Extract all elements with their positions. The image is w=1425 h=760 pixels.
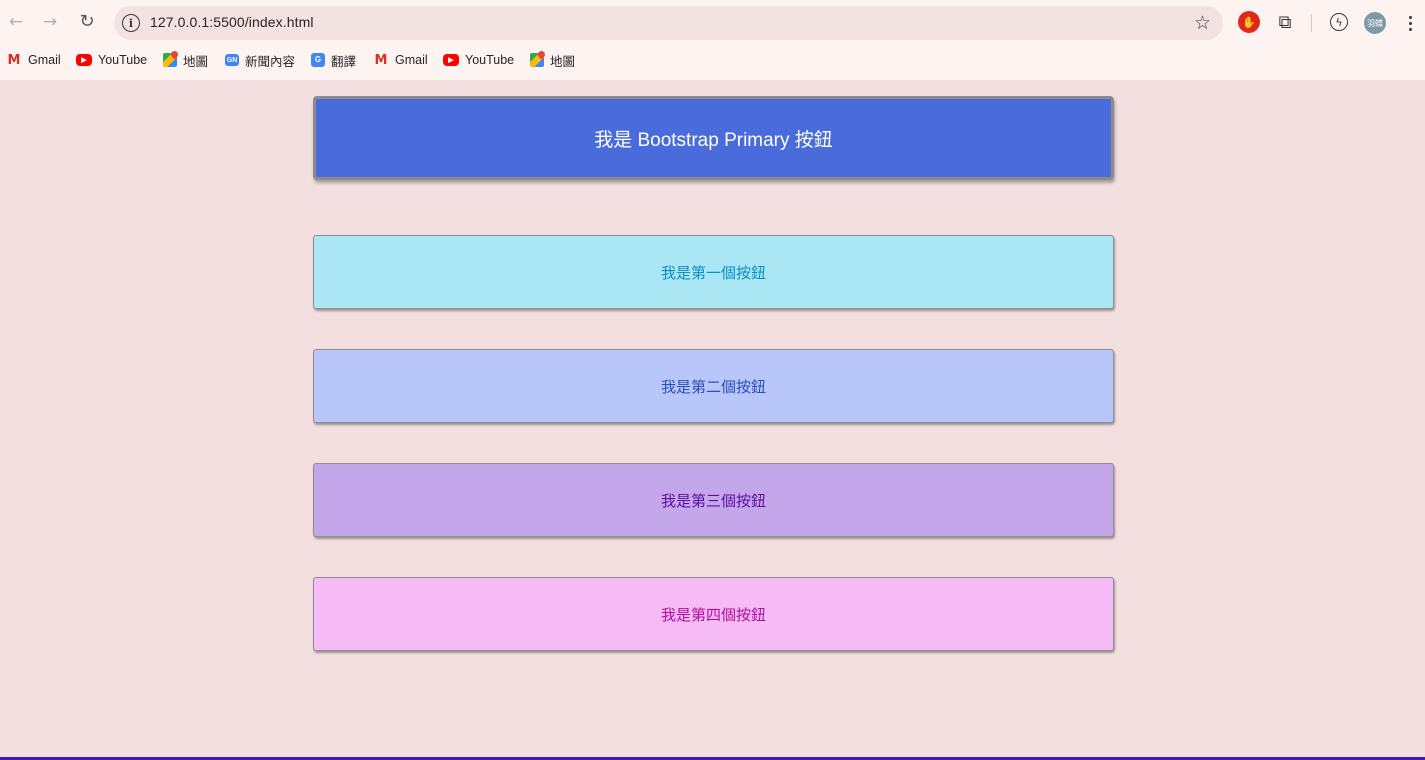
back-button[interactable]: ← <box>4 10 28 34</box>
performance-bolt-icon[interactable]: ϟ <box>1330 13 1348 31</box>
third-button[interactable]: 我是第三個按鈕 <box>313 463 1114 537</box>
bookmark-star-icon[interactable]: ☆ <box>1194 12 1211 34</box>
bookmark-label: Gmail <box>28 53 61 67</box>
reload-button[interactable]: ↻ <box>75 10 99 34</box>
gmail-icon: M <box>374 52 388 68</box>
youtube-icon: ▶ <box>76 54 92 66</box>
fourth-button[interactable]: 我是第四個按鈕 <box>313 577 1114 651</box>
bookmarks-bar: M Gmail ▶ YouTube 地圖 GN 新聞內容 G 翻譯 M Gmai… <box>0 48 1425 72</box>
profile-avatar[interactable]: 羽蝶 <box>1364 12 1386 34</box>
adblock-extension-icon[interactable]: ✋ <box>1238 11 1260 33</box>
url-text[interactable]: 127.0.0.1:5500/index.html <box>150 14 314 30</box>
gmail-icon: M <box>7 52 21 68</box>
browser-chrome: ← → ↻ i 127.0.0.1:5500/index.html ☆ ✋ ⧉ … <box>0 0 1425 80</box>
bookmark-maps[interactable]: 地圖 <box>530 48 575 72</box>
bookmark-label: 地圖 <box>183 54 209 69</box>
extensions-puzzle-icon[interactable]: ⧉ <box>1274 11 1296 33</box>
browser-toolbar: ← → ↻ i 127.0.0.1:5500/index.html ☆ ✋ ⧉ … <box>0 0 1425 45</box>
second-button[interactable]: 我是第二個按鈕 <box>313 349 1114 423</box>
toolbar-divider <box>1311 14 1312 32</box>
maps-icon <box>163 53 177 67</box>
bookmark-label: 翻譯 <box>331 54 357 69</box>
forward-button[interactable]: → <box>38 10 62 34</box>
bookmark-label: Gmail <box>395 53 428 67</box>
maps-icon <box>530 53 544 67</box>
address-bar[interactable]: i 127.0.0.1:5500/index.html ☆ <box>114 6 1223 40</box>
bookmark-label: YouTube <box>465 53 515 67</box>
bookmark-youtube[interactable]: ▶ YouTube <box>76 48 147 72</box>
page-content: 我是 Bootstrap Primary 按鈕 我是第一個按鈕 我是第二個按鈕 … <box>0 80 1425 760</box>
bookmark-label: 新聞內容 <box>245 54 296 69</box>
bookmark-translate[interactable]: G 翻譯 <box>311 48 356 72</box>
bookmark-maps[interactable]: 地圖 <box>163 48 208 72</box>
bookmark-gmail[interactable]: M Gmail <box>373 48 428 72</box>
translate-icon: G <box>311 53 325 67</box>
bookmark-news[interactable]: GN 新聞內容 <box>225 48 295 72</box>
first-button[interactable]: 我是第一個按鈕 <box>313 235 1114 309</box>
bookmark-youtube[interactable]: ▶ YouTube <box>443 48 514 72</box>
bookmark-gmail[interactable]: M Gmail <box>6 48 61 72</box>
news-icon: GN <box>225 54 239 66</box>
site-info-icon[interactable]: i <box>122 14 140 32</box>
bookmark-label: 地圖 <box>550 54 576 69</box>
bootstrap-primary-button[interactable]: 我是 Bootstrap Primary 按鈕 <box>313 96 1114 180</box>
browser-menu-icon[interactable] <box>1403 12 1417 34</box>
youtube-icon: ▶ <box>443 54 459 66</box>
bookmark-label: YouTube <box>98 53 148 67</box>
